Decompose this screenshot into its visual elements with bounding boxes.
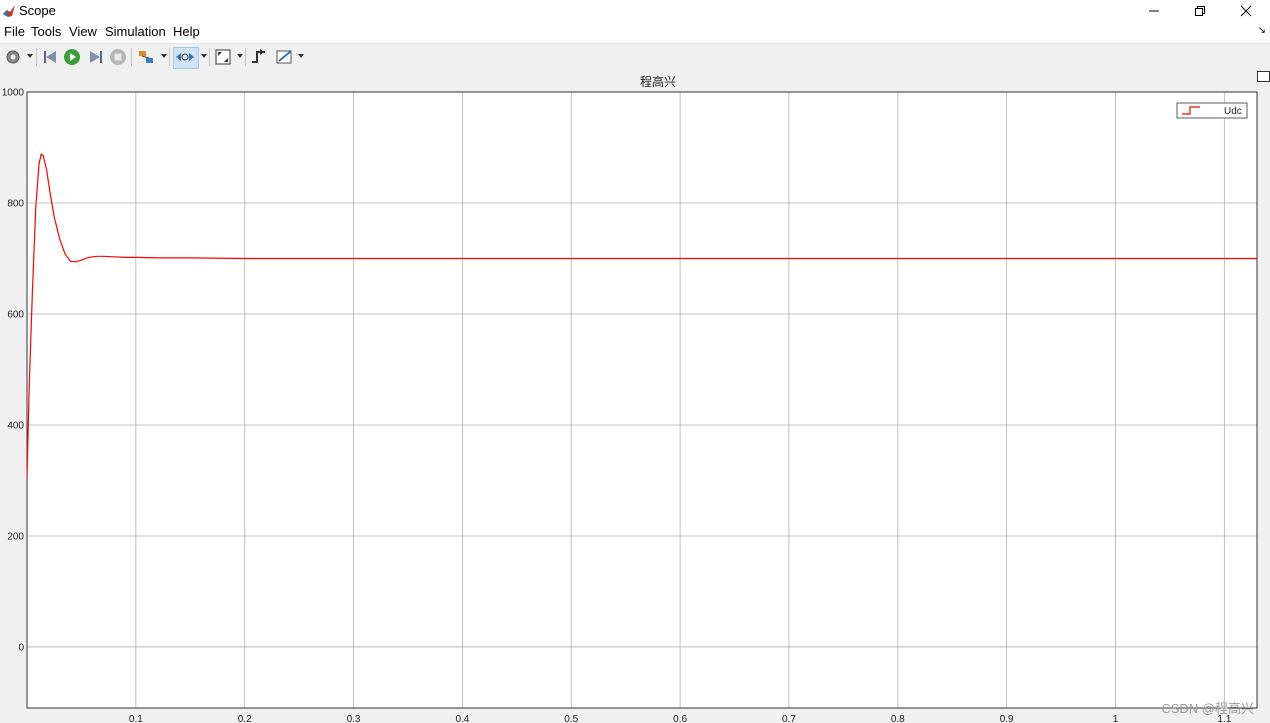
menu-file[interactable]: File: [4, 24, 25, 39]
y-tick-label: 800: [7, 198, 24, 209]
autoscale-icon[interactable]: [214, 47, 232, 67]
x-tick-label: 0.5: [564, 714, 578, 723]
autoscale-dropdown-icon[interactable]: [237, 54, 243, 58]
gear-icon[interactable]: [4, 47, 22, 67]
settings-dropdown-icon[interactable]: [27, 54, 33, 58]
step-forward-icon[interactable]: [86, 47, 104, 67]
menu-view[interactable]: View: [69, 24, 97, 39]
menu-simulation[interactable]: Simulation: [105, 24, 166, 39]
step-back-icon[interactable]: [42, 47, 60, 67]
measure-icon[interactable]: [275, 47, 295, 67]
x-tick-label: 0.1: [129, 714, 143, 723]
toolbar-separator: [209, 48, 210, 66]
menu-tools[interactable]: Tools: [31, 24, 61, 39]
measure-dropdown-icon[interactable]: [298, 54, 304, 58]
y-tick-label: 400: [7, 420, 24, 431]
watermark: CSDN @程高兴: [1161, 701, 1254, 716]
x-tick-label: 0.3: [347, 714, 361, 723]
x-tick-label: 0.2: [238, 714, 252, 723]
x-tick-label: 0.7: [782, 714, 796, 723]
toolbar-separator: [245, 48, 246, 66]
menu-help[interactable]: Help: [173, 24, 200, 39]
window-titlebar: Scope: [0, 0, 1270, 22]
menu-bar: File Tools View Simulation Help ↘: [0, 22, 1270, 43]
highlight-dropdown-icon[interactable]: [161, 54, 167, 58]
collapse-arrow-icon[interactable]: ↘: [1258, 25, 1266, 36]
toolbar: [0, 43, 1270, 70]
toolbar-separator: [169, 48, 170, 66]
chart-title: 程高兴: [640, 74, 676, 89]
x-tick-label: 0.6: [673, 714, 687, 723]
x-tick-label: 0.4: [455, 714, 469, 723]
x-tick-label: 0.8: [891, 714, 905, 723]
x-tick-label: 0.9: [1000, 714, 1014, 723]
scope-chart[interactable]: 0.1 0.2 0.3 0.4 0.5 0.6 0.7 0.8 0.9 1 1.1020040060…: [0, 69, 1270, 723]
close-button[interactable]: [1223, 0, 1269, 22]
undock-axes-icon[interactable]: [1257, 71, 1270, 82]
trigger-icon[interactable]: [250, 47, 268, 67]
restore-button[interactable]: [1177, 0, 1223, 22]
stop-icon[interactable]: [109, 47, 127, 67]
y-tick-label: 200: [7, 531, 24, 542]
x-tick-label: 1: [1113, 714, 1119, 723]
window-title: Scope: [19, 3, 56, 18]
y-tick-label: 600: [7, 309, 24, 320]
toolbar-separator: [36, 48, 37, 66]
zoom-icon[interactable]: [173, 47, 199, 69]
run-icon[interactable]: [63, 47, 81, 67]
axes-background: [27, 92, 1257, 708]
y-tick-label: 0: [18, 642, 24, 653]
highlight-icon[interactable]: [137, 47, 157, 67]
y-tick-label: 1000: [2, 88, 25, 99]
matlab-logo-icon: [2, 3, 16, 18]
toolbar-separator: [131, 48, 132, 66]
legend-label: Udc: [1224, 106, 1242, 117]
minimize-button[interactable]: [1131, 0, 1177, 22]
zoom-dropdown-icon[interactable]: [201, 54, 207, 58]
